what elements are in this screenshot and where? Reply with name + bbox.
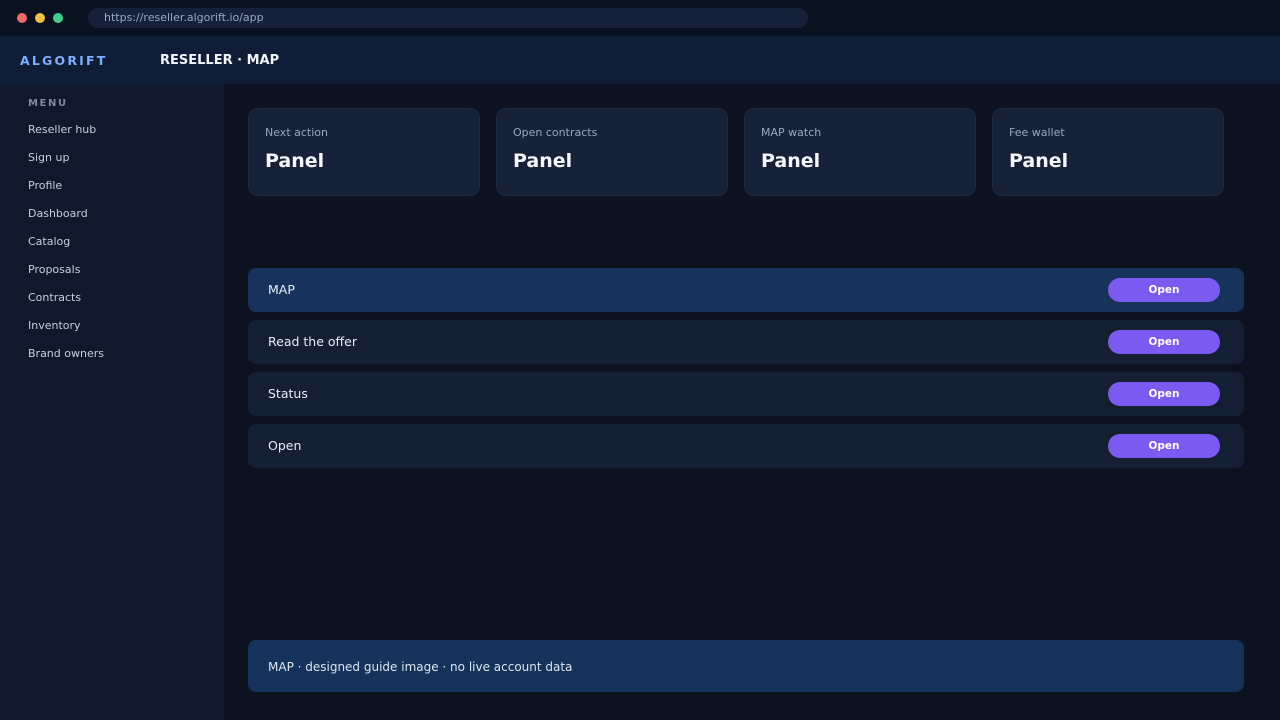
card-fee-wallet: Fee wallet Panel	[992, 108, 1224, 196]
footer-note: MAP · designed guide image · no live acc…	[248, 640, 1244, 692]
sidebar: MENU Reseller hub Sign up Profile Dashbo…	[0, 84, 224, 720]
sidebar-item-reseller-hub[interactable]: Reseller hub	[28, 122, 104, 150]
sidebar-item-sign-up[interactable]: Sign up	[28, 150, 104, 178]
address-bar[interactable]: https://reseller.algorift.io/app	[88, 8, 808, 28]
list-row-read-offer[interactable]: Read the offer Open	[248, 320, 1244, 364]
browser-chrome: https://reseller.algorift.io/app	[0, 0, 1280, 36]
card-label: Open contracts	[513, 126, 598, 139]
row-label: MAP	[268, 282, 295, 297]
row-label: Open	[268, 438, 302, 453]
sidebar-nav: Reseller hub Sign up Profile Dashboard C…	[28, 122, 104, 374]
card-label: Next action	[265, 126, 328, 139]
app-header: ALGORIFT RESELLER · MAP	[0, 36, 1280, 84]
card-value: Panel	[761, 150, 821, 172]
open-button[interactable]: Open	[1108, 278, 1220, 302]
card-value: Panel	[1009, 150, 1069, 172]
card-next-action: Next action Panel	[248, 108, 480, 196]
row-label: Read the offer	[268, 334, 357, 349]
card-label: MAP watch	[761, 126, 822, 139]
open-button[interactable]: Open	[1108, 330, 1220, 354]
card-map-watch: MAP watch Panel	[744, 108, 976, 196]
sidebar-item-brand-owners[interactable]: Brand owners	[28, 346, 104, 374]
sidebar-item-profile[interactable]: Profile	[28, 178, 104, 206]
list-row-map[interactable]: MAP Open	[248, 268, 1244, 312]
row-label: Status	[268, 386, 308, 401]
card-value: Panel	[513, 150, 573, 172]
minimize-window-icon[interactable]	[35, 13, 45, 23]
maximize-window-icon[interactable]	[53, 13, 63, 23]
list-row-status[interactable]: Status Open	[248, 372, 1244, 416]
card-open-contracts: Open contracts Panel	[496, 108, 728, 196]
sidebar-item-proposals[interactable]: Proposals	[28, 262, 104, 290]
close-window-icon[interactable]	[17, 13, 27, 23]
menu-section-title: MENU	[28, 98, 68, 109]
page-title: RESELLER · MAP	[160, 53, 280, 68]
sidebar-item-catalog[interactable]: Catalog	[28, 234, 104, 262]
sidebar-item-dashboard[interactable]: Dashboard	[28, 206, 104, 234]
card-label: Fee wallet	[1009, 126, 1065, 139]
sidebar-item-inventory[interactable]: Inventory	[28, 318, 104, 346]
open-button[interactable]: Open	[1108, 382, 1220, 406]
sidebar-item-contracts[interactable]: Contracts	[28, 290, 104, 318]
list-row-open[interactable]: Open Open	[248, 424, 1244, 468]
card-value: Panel	[265, 150, 325, 172]
brand-logo[interactable]: ALGORIFT	[20, 36, 107, 84]
open-button[interactable]: Open	[1108, 434, 1220, 458]
